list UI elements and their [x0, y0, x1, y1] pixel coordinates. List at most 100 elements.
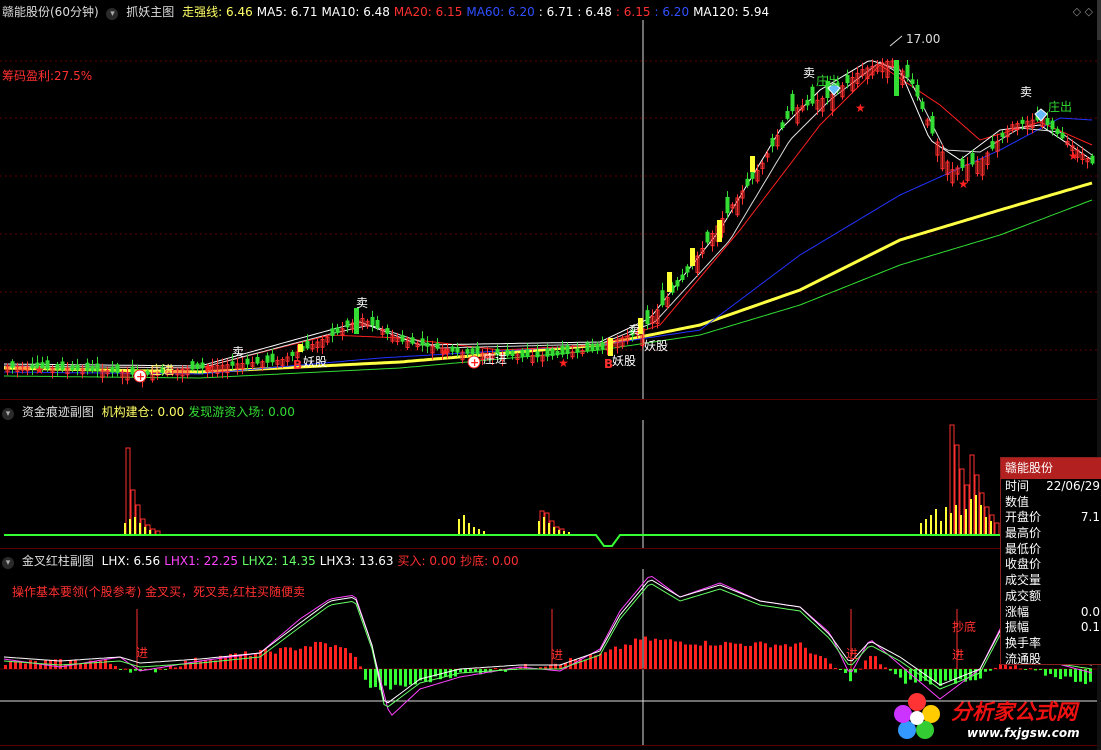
histogram-bar: [324, 643, 327, 669]
ma20-line: [4, 64, 1093, 369]
histogram-bar: [814, 654, 817, 669]
sell-label-1: 卖: [232, 345, 245, 359]
candle-body: [85, 362, 90, 371]
chevron-down-icon[interactable]: ▾: [2, 557, 14, 569]
main-chart-panel[interactable]: 赣能股份(60分钟) ▾ 抓妖主图 走强线: 6.46 MA5: 6.71 MA10…: [0, 0, 1097, 400]
histogram-bar: [834, 667, 837, 669]
histogram-bar: [739, 643, 742, 669]
stock-title[interactable]: 赣能股份(60分钟): [2, 5, 99, 19]
indicator-name[interactable]: 抓妖主图: [126, 5, 174, 19]
fund-trace-chart[interactable]: [0, 400, 1097, 548]
histogram-bar: [1074, 669, 1077, 682]
candle-body: [435, 343, 440, 349]
main-value-5: : 6.71: [538, 5, 574, 19]
candle-body: [370, 316, 375, 326]
histogram-bar: [614, 646, 617, 669]
candle-body: [1060, 132, 1065, 139]
info-row-3: 最高价: [1001, 526, 1101, 542]
fund-bar-yellow: [458, 519, 460, 535]
histogram-bar: [764, 643, 767, 669]
yaogu-label-1: 妖股: [303, 355, 328, 369]
histogram-bar: [944, 669, 947, 681]
histogram-bar: [839, 669, 842, 670]
fund-bar-yellow: [970, 499, 972, 535]
histogram-bar: [204, 659, 207, 669]
sub1-value-1: 发现游资入场: 0.00: [188, 405, 295, 419]
histogram-bar: [789, 646, 792, 669]
fund-bar-yellow: [980, 505, 982, 535]
chevron-down-icon[interactable]: ▾: [2, 408, 14, 420]
fund-bar-yellow: [940, 521, 942, 535]
candle-body: [780, 122, 785, 128]
histogram-bar: [859, 668, 862, 670]
info-value: 7.1: [1080, 510, 1100, 525]
histogram-bar: [209, 659, 212, 669]
main-value-8: : 6.20: [654, 5, 690, 19]
candle-body: [270, 353, 275, 363]
histogram-bar: [109, 663, 112, 669]
histogram-bar: [594, 655, 597, 669]
histogram-bar: [9, 661, 12, 669]
histogram-bar: [1024, 669, 1027, 670]
histogram-bar: [664, 639, 667, 669]
fund-bar-yellow: [124, 523, 126, 535]
histogram-bar: [889, 669, 892, 671]
candle-body: [585, 342, 590, 352]
price-info-box[interactable]: 赣能股份 时间 22/06/29 数值 开盘价 7.1 最高价 最低价 收盘价 成交量 成交额 涨幅…: [1000, 457, 1101, 668]
histogram-bar: [939, 669, 942, 686]
info-key: 时间: [1005, 479, 1030, 493]
info-row-7: 成交额: [1001, 589, 1101, 605]
sub1-title[interactable]: 资金痕迹副图: [22, 405, 94, 419]
sub2-value-3: LHX3: 13.63: [319, 554, 394, 568]
signal-bar-6: [717, 220, 722, 242]
histogram-bar: [854, 669, 857, 673]
candle-body: [970, 152, 975, 165]
ma60-line: [4, 117, 1093, 375]
main-value-9: MA120: 5.94: [693, 5, 770, 19]
candle-body: [920, 101, 925, 110]
candlestick-chart[interactable]: ★ ★ ★ ★ ★ ★ ★ + +: [0, 0, 1097, 399]
candle-body: [680, 274, 685, 280]
chevron-down-icon[interactable]: ▾: [106, 8, 119, 20]
histogram-bar: [779, 645, 782, 669]
candle-body: [905, 64, 910, 78]
panel-toggle-icons[interactable]: ◇ ◇: [1073, 5, 1093, 18]
histogram-bar: [694, 644, 697, 669]
histogram-bar: [894, 669, 897, 675]
jin-label-4: 进: [952, 648, 965, 662]
info-row-11: 流通股: [1001, 652, 1101, 668]
histogram-bar: [304, 646, 307, 669]
histogram-bar: [384, 669, 387, 686]
histogram-bar: [239, 654, 242, 669]
indicator-values: 走强线: 6.46 MA5: 6.71 MA10: 6.48 MA20: 6.15 MA…: [182, 5, 773, 19]
histogram-bar: [689, 644, 692, 669]
histogram-bar: [774, 644, 777, 669]
candle-body: [520, 349, 525, 357]
histogram-bar: [4, 664, 7, 669]
info-row-10: 换手率: [1001, 636, 1101, 652]
candle-body: [545, 348, 550, 357]
histogram-bar: [29, 660, 32, 669]
histogram-bar: [294, 650, 297, 669]
candle-body: [305, 340, 310, 349]
candle-body: [425, 342, 430, 347]
main-value-4: MA60: 6.20: [466, 5, 535, 19]
histogram-bar: [1049, 669, 1052, 674]
signal-bar-4: [667, 272, 672, 292]
histogram-bar: [744, 646, 747, 669]
candle-body: [1045, 118, 1050, 125]
signal-bar-7: [750, 156, 755, 172]
red-star-icon: ★: [440, 345, 451, 359]
ma5-line: [4, 60, 1093, 367]
fund-trace-panel[interactable]: ▾ 资金痕迹副图 机构建仓: 0.00 发现游资入场: 0.00: [0, 400, 1097, 549]
main-value-7: : 6.15: [615, 5, 651, 19]
yaogu-label-3: 妖股: [644, 339, 669, 353]
sub2-title[interactable]: 金叉红柱副图: [22, 554, 94, 568]
candle-body: [450, 346, 455, 352]
info-row-0: 时间 22/06/29: [1001, 479, 1101, 495]
histogram-bar: [309, 646, 312, 669]
info-box-title: 赣能股份: [1001, 458, 1101, 479]
histogram-bar: [424, 669, 427, 682]
jin-label-1: 进: [136, 646, 149, 660]
histogram-bar: [684, 644, 687, 669]
